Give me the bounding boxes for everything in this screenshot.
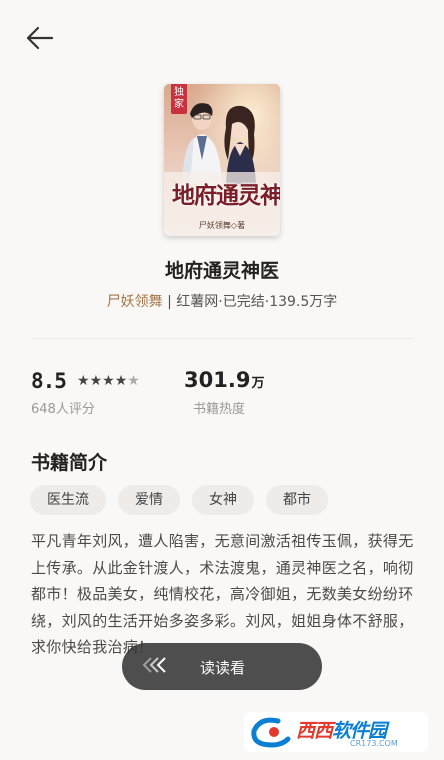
read-sample-label: 读读看 (200, 659, 246, 677)
book-title: 地府通灵神医 (164, 260, 279, 282)
tag-chip[interactable]: 爱情 (118, 485, 180, 515)
book-cover[interactable]: 独家 地府通灵神医 尸妖领舞◇著 (164, 84, 280, 236)
tag-chip[interactable]: 医生流 (30, 485, 106, 515)
cover-title: 地府通灵神医 (172, 182, 280, 209)
author-link[interactable]: 尸妖领舞 (107, 294, 163, 310)
book-meta: 尸妖领舞 | 红薯网·已完结·139.5万字 (0, 291, 444, 311)
heat-label: 书籍热度 (193, 402, 246, 417)
rating-stars: ★★★★★ (77, 373, 140, 389)
book-meta-info: | 红薯网·已完结·139.5万字 (162, 294, 338, 310)
heat: 301.9万 (184, 368, 264, 392)
star-icon: ★ (102, 373, 115, 389)
back-arrow-icon[interactable] (24, 24, 56, 52)
divider (32, 338, 412, 339)
rating-value: 8.5 (31, 369, 67, 393)
half-star-icon: ★ (127, 373, 140, 389)
site-watermark: 西西软件园 CR173.COM (244, 712, 428, 752)
cover-author: 尸妖领舞◇著 (198, 221, 246, 230)
tag-chip[interactable]: 女神 (192, 485, 254, 515)
heat-value: 301.9 (184, 368, 251, 392)
tag-chip[interactable]: 都市 (266, 485, 328, 515)
rating: 8.5 ★★★★★ (31, 369, 140, 393)
intro-text: 平凡青年刘风，遭人陷害，无意间激活祖传玉佩，获得无上传承。从此金针渡人，术法渡鬼… (31, 532, 414, 656)
star-icon: ★ (114, 373, 128, 389)
tag-list: 医生流 爱情 女神 都市 (30, 485, 328, 515)
watermark-logo-icon (251, 717, 291, 748)
rating-count: 648人评分 (31, 402, 95, 417)
chevrons-left-icon (142, 657, 166, 673)
read-sample-button[interactable]: 读读看 (122, 643, 322, 690)
heat-unit: 万 (251, 376, 265, 391)
exclusive-badge: 独家 (171, 84, 187, 114)
star-icon: ★ (89, 373, 103, 389)
star-icon: ★ (77, 373, 90, 389)
watermark-url: CR173.COM (350, 739, 398, 748)
intro-title: 书籍简介 (31, 452, 108, 474)
